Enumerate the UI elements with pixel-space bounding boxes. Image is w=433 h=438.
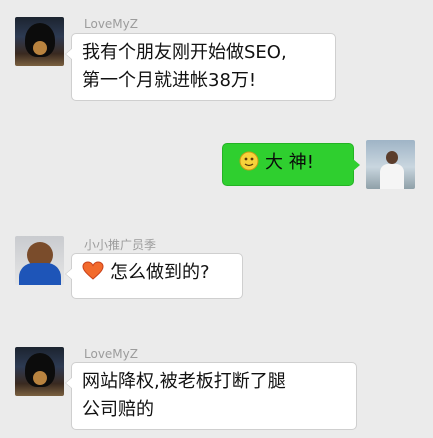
avatar[interactable]: [15, 347, 64, 396]
message-text: 大 神!: [265, 152, 314, 173]
sender-name: 小小推广员季: [84, 238, 157, 252]
message-text: 我有个朋友刚开始做SEO,: [82, 42, 287, 63]
sender-name: LoveMyZ: [84, 17, 138, 31]
message-text: 第一个月就进帐38万!: [82, 70, 257, 91]
avatar[interactable]: [15, 236, 64, 285]
message-text: 公司赔的: [82, 399, 154, 420]
avatar[interactable]: [366, 140, 415, 189]
message-text: 网站降权,被老板打断了腿: [82, 371, 286, 392]
avatar[interactable]: [15, 17, 64, 66]
message-bubble[interactable]: 我有个朋友刚开始做SEO, 第一个月就进帐38万!: [65, 33, 336, 101]
sender-name: LoveMyZ: [84, 347, 138, 361]
message-bubble[interactable]: 网站降权,被老板打断了腿 公司赔的: [65, 362, 357, 430]
message-bubble[interactable]: 怎么做到的?: [65, 253, 243, 299]
smiley-emoji-icon: [239, 151, 259, 171]
message-bubble-sent[interactable]: 大 神!: [222, 143, 360, 186]
heart-emoji-icon: [82, 261, 104, 280]
message-text: 怎么做到的?: [110, 262, 210, 283]
